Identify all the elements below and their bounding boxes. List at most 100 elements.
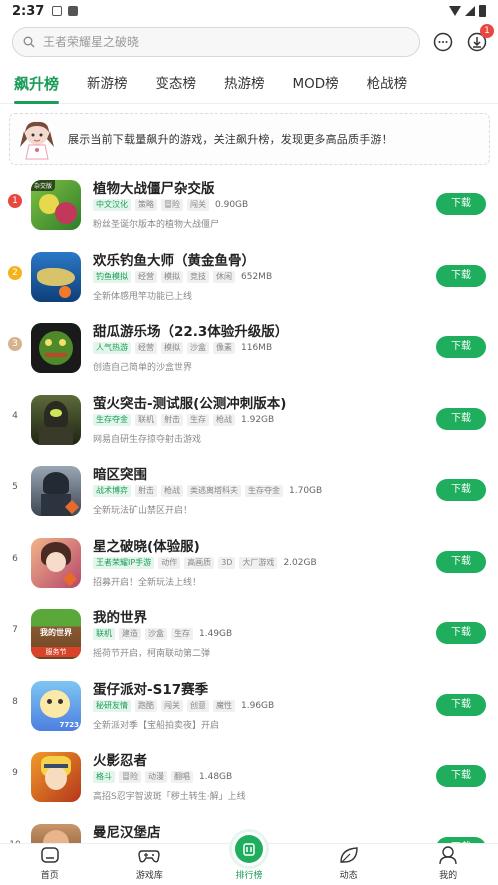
download-button[interactable]: 下载 [436, 765, 486, 787]
game-thumbnail [31, 537, 81, 588]
download-button[interactable]: 下载 [436, 479, 486, 501]
download-button[interactable]: 下载 [436, 193, 486, 215]
game-description: 招募开启！全新玩法上线！ [93, 577, 202, 588]
rank-badge: 3 [8, 337, 22, 351]
tab-new-games[interactable]: 新游榜 [87, 64, 128, 104]
tag: 射击 [135, 485, 157, 497]
list-item[interactable]: 2 欢乐钓鱼大师（黄金鱼骨） 钓鱼模拟 经营 模拟 竞技 休闲 652MB 全新… [0, 244, 498, 316]
tag: 动作 [158, 556, 181, 569]
tag: 生存夺金 [93, 413, 131, 426]
tag: 创意 [187, 699, 209, 712]
ranking-icon [243, 843, 255, 856]
tag: 沙盒 [187, 342, 209, 354]
tag: 翻唱 [171, 771, 193, 783]
game-title: 我的世界 [93, 610, 147, 626]
tag: 像素 [213, 342, 235, 354]
tag: 枪战 [213, 413, 235, 426]
list-item[interactable]: 3 甜瓜游乐场（22.3体验升级版） 人气热游 经营 模拟 沙盒 像素 116M… [0, 315, 498, 387]
list-item[interactable]: 1 杂交版 植物大战僵尸杂交版 中文汉化 策略 冒险 闯关 0.90GB 粉丝圣… [0, 172, 498, 244]
tab-modded[interactable]: 变态榜 [156, 64, 197, 104]
game-description: 粉丝圣诞尔版本的植物大战僵尸 [93, 220, 220, 230]
game-thumbnail [31, 394, 81, 445]
list-item[interactable]: 9 火影忍者 格斗 冒险 动漫 翻唱 1.48GB 高招S忍宇智波斑「秽土转生·… [0, 744, 498, 816]
gamepad-icon [138, 850, 161, 863]
nav-profile[interactable]: 我的 [398, 844, 498, 885]
tab-hot[interactable]: 热游榜 [224, 64, 265, 104]
list-item[interactable]: 6 星之破晓(体验服) 王者荣耀IP手游 动作 高画质 3D 大厂游戏 2.02… [0, 530, 498, 602]
tag-row: 生存夺金 联机 射击 生存 枪战 1.92GB [93, 413, 274, 426]
notification-icon [52, 6, 63, 16]
tag: 跑酷 [135, 699, 157, 712]
status-time: 2:37 [12, 3, 45, 19]
nav-game-library[interactable]: 游戏库 [100, 844, 200, 885]
thumbnail-sublabel: 服务节 [31, 647, 81, 657]
tab-rising[interactable]: 飙升榜 [14, 64, 60, 104]
game-description: 创造自己简单的沙盒世界 [93, 363, 193, 373]
nav-ranking[interactable]: 排行榜 [199, 832, 299, 885]
tag: 秘研友情 [93, 699, 131, 712]
rank-number: 9 [12, 768, 18, 778]
tag: 闯关 [161, 699, 183, 712]
nav-feed[interactable]: 动态 [299, 844, 399, 885]
tab-shooter[interactable]: 枪战榜 [367, 64, 408, 104]
list-item[interactable]: 5 暗区突围 战术博弈 射击 枪战 类逃离塔科夫 生存夺金 1.70GB 全新玩… [0, 458, 498, 530]
game-size: 116MB [241, 343, 273, 353]
download-button[interactable]: 下载 [436, 622, 486, 644]
download-button[interactable]: 下载 [436, 550, 486, 573]
rank-number: 4 [12, 410, 18, 421]
tag-row: 秘研友情 跑酷 闯关 创意 魔性 1.96GB [93, 699, 274, 712]
mascot-avatar [20, 121, 54, 160]
tag: 冒险 [161, 199, 183, 211]
app-notification-icon [68, 6, 79, 16]
tag: 大厂游戏 [239, 556, 278, 569]
download-button[interactable]: 下载 [436, 336, 486, 358]
tag: 联机 [93, 628, 115, 640]
tag-row: 人气热游 经营 模拟 沙盒 像素 116MB [93, 342, 272, 354]
tag: 联机 [135, 413, 157, 426]
download-button[interactable]: 下载 [436, 264, 486, 287]
tag: 闯关 [187, 199, 209, 211]
search-box[interactable] [12, 27, 420, 57]
game-size: 2.02GB [283, 557, 317, 568]
tag: 格斗 [93, 771, 115, 783]
rank-badge: 1 [8, 194, 22, 208]
notice-text: 展示当前下载量飙升的游戏，关注飙升榜，发现更多高品质手游！ [68, 133, 393, 146]
game-description: 全新派对季【宝船拍卖夜】开启 [93, 720, 220, 731]
tag: 枪战 [161, 485, 183, 497]
home-icon [41, 847, 59, 863]
search-input[interactable] [43, 35, 383, 49]
download-button[interactable]: 下载 [436, 693, 486, 716]
tab-mod[interactable]: MOD榜 [293, 64, 339, 104]
nav-home[interactable]: 首页 [0, 844, 100, 885]
message-button[interactable] [432, 31, 454, 53]
tag: 钓鱼模拟 [93, 270, 131, 283]
list-item[interactable]: 8 7723 蛋仔派对-S17赛季 秘研友情 跑酷 闯关 创意 魔性 1.96G… [0, 673, 498, 745]
tag: 建造 [119, 628, 141, 640]
tag: 生存 [171, 628, 193, 640]
nav-label: 动态 [339, 871, 358, 881]
tag: 竞技 [187, 270, 209, 283]
download-button[interactable]: 下载 [436, 407, 486, 430]
list-item[interactable]: 7 我的世界 服务节 我的世界 联机 建造 沙盒 生存 1.49GB 摇荷节开启… [0, 601, 498, 673]
game-size: 652MB [241, 271, 273, 282]
message-icon [433, 32, 453, 52]
search-icon [23, 36, 35, 48]
tag: 类逃离塔科夫 [187, 485, 241, 497]
ranking-icon-wrap [231, 832, 266, 866]
tag: 生存 [187, 413, 209, 426]
thumbnail-label: 7723 [59, 720, 79, 729]
download-manager-button[interactable]: 1 [466, 24, 494, 53]
tag-row: 中文汉化 策略 冒险 闯关 0.90GB [93, 199, 248, 211]
rank-number: 6 [12, 553, 18, 564]
rank-badge: 2 [8, 265, 22, 280]
rank-number: 5 [12, 482, 18, 492]
tag: 模拟 [161, 342, 183, 354]
game-thumbnail: 我的世界 服务节 [31, 609, 81, 659]
tag: 策略 [135, 199, 157, 211]
tag-row: 格斗 冒险 动漫 翻唱 1.48GB [93, 771, 232, 783]
game-thumbnail [31, 752, 81, 802]
download-badge: 1 [480, 24, 494, 38]
list-item[interactable]: 4 萤火突击-测试服(公测冲刺版本) 生存夺金 联机 射击 生存 枪战 1.92… [0, 387, 498, 459]
tag-row: 联机 建造 沙盒 生存 1.49GB [93, 628, 232, 640]
game-title: 曼尼汉堡店 [93, 824, 161, 841]
